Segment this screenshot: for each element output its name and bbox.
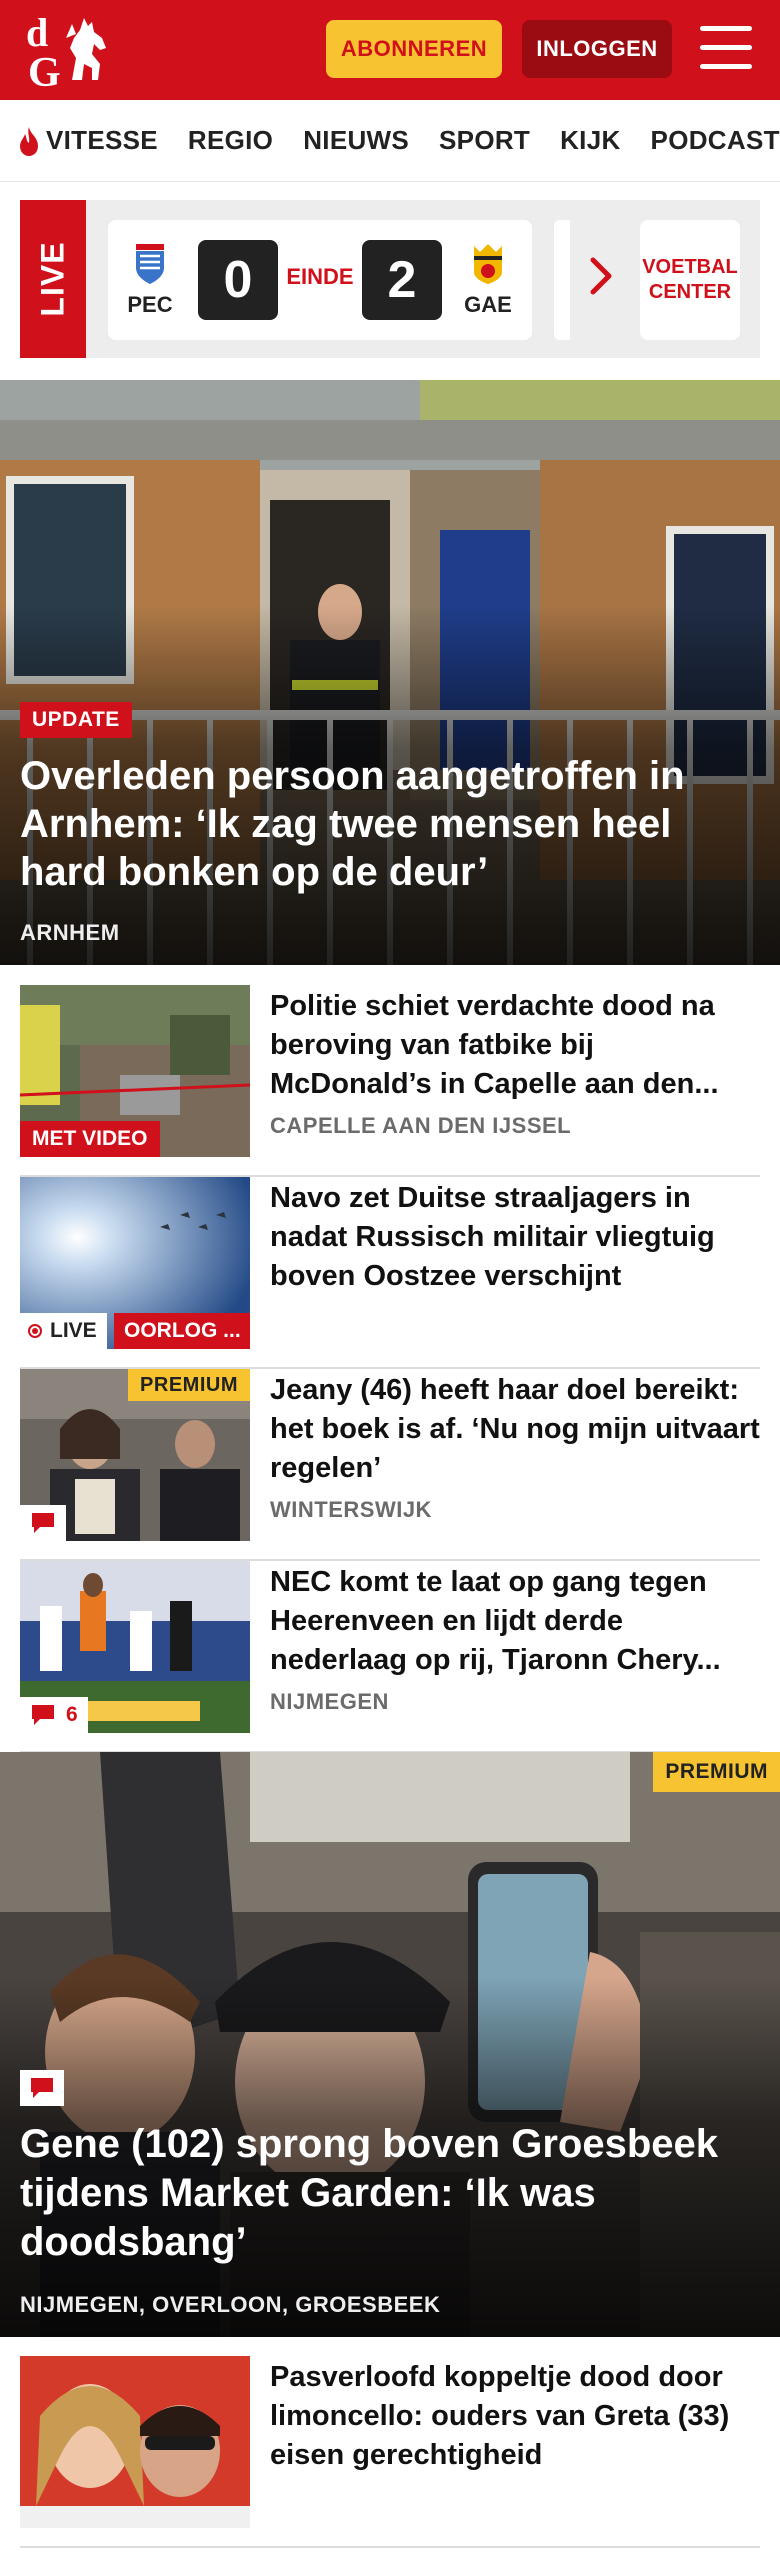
article-thumbnail: MET VIDEO (20, 985, 250, 1157)
svg-text:G: G (28, 50, 61, 92)
away-score: 2 (362, 240, 442, 320)
menu-icon[interactable] (700, 26, 752, 70)
top-bar: d G ABONNEREN INLOGGEN (0, 0, 780, 100)
comment-chip[interactable]: 6 (20, 1697, 88, 1733)
live-label: LIVE (20, 200, 86, 358)
hero-article[interactable]: UPDATE Overleden persoon aangetroffen in… (0, 380, 780, 965)
subscribe-button[interactable]: ABONNEREN (326, 20, 502, 78)
list-item[interactable]: Pasverloofd koppeltje dood door limoncel… (20, 2356, 760, 2548)
comment-chip[interactable] (20, 1505, 66, 1541)
article-location: WINTERSWIJK (270, 1497, 432, 1522)
home-score: 0 (198, 240, 278, 320)
nav-item-vitesse[interactable]: VITESSE (16, 125, 158, 157)
nav-item-podcast[interactable]: PODCAST (651, 125, 780, 156)
match-card[interactable]: PEC 0 EINDE 2 GAE (108, 220, 532, 340)
article-thumbnail: 6 (20, 1561, 250, 1733)
live-chip: LIVE (20, 1313, 107, 1349)
article-location: NIJMEGEN (270, 1689, 389, 1714)
nav-item-sport[interactable]: SPORT (439, 125, 530, 156)
feature-location: NIJMEGEN, OVERLOON, GROESBEEK (20, 2292, 441, 2317)
away-team-name: GAE (464, 292, 512, 317)
live-dot-icon (28, 1324, 42, 1338)
article-title[interactable]: Jeany (46) heeft haar doel bereikt: het … (270, 1371, 760, 1488)
comment-count: 6 (66, 1703, 78, 1726)
comment-chip[interactable] (20, 2070, 64, 2106)
list-item[interactable]: LIVE OORLOG ... Navo zet Duitse straalja… (20, 1177, 760, 1369)
list-item[interactable]: MET VIDEO Politie schiet verdachte dood … (20, 985, 760, 1177)
live-scores-bar: LIVE PEC 0 EINDE 2 GAE VOETBAL CENTER (20, 200, 760, 358)
topic-tag: OORLOG ... (114, 1313, 250, 1349)
nav-item-kijk[interactable]: KIJK (560, 125, 620, 156)
voetbal-center-button[interactable]: VOETBAL CENTER (640, 220, 740, 340)
article-title[interactable]: NEC komt te laat op gang tegen Heerenvee… (270, 1563, 760, 1680)
feature-article[interactable]: PREMIUM Gene (102) sprong boven Groesbee… (0, 1752, 780, 2337)
home-team: PEC (118, 242, 182, 318)
premium-badge: PREMIUM (653, 1752, 780, 1792)
site-logo[interactable]: d G (22, 8, 118, 96)
nav-item-nieuws[interactable]: NIEUWS (303, 125, 409, 156)
nav-label: VITESSE (46, 125, 158, 155)
login-button[interactable]: INLOGGEN (522, 20, 672, 78)
comment-icon (31, 2078, 53, 2098)
feature-title[interactable]: Gene (102) sprong boven Groesbeek tijden… (20, 2120, 750, 2267)
premium-badge: PREMIUM (128, 1369, 250, 1401)
comment-icon (32, 1513, 54, 1533)
article-location: CAPELLE AAN DEN IJSSEL (270, 1113, 572, 1138)
comment-icon (32, 1705, 54, 1725)
away-team: GAE (456, 242, 520, 318)
svg-text:d: d (26, 10, 48, 55)
chevron-right-icon[interactable] (588, 256, 614, 301)
nav-item-regio[interactable]: REGIO (188, 125, 273, 156)
pec-crest-icon (130, 242, 170, 286)
article-thumbnail: LIVE OORLOG ... (20, 1177, 250, 1349)
hero-location: ARNHEM (20, 920, 120, 945)
hero-title[interactable]: Overleden persoon aangetroffen in Arnhem… (20, 752, 740, 896)
article-thumbnail: PREMIUM (20, 1369, 250, 1541)
flame-icon (20, 126, 38, 156)
main-nav: VITESSE REGIO NIEUWS SPORT KIJK PODCAST (0, 100, 780, 182)
next-match-card[interactable] (554, 220, 570, 340)
list-item[interactable]: PREMIUM Jeany (46) heeft haar doel berei… (20, 1369, 760, 1561)
match-status: EINDE (286, 264, 354, 289)
article-title[interactable]: Politie schiet verdachte dood na berovin… (270, 987, 760, 1104)
article-title[interactable]: Pasverloofd koppeltje dood door limoncel… (270, 2358, 760, 2475)
list-item[interactable]: 6 NEC komt te laat op gang tegen Heerenv… (20, 1561, 760, 1753)
video-badge: MET VIDEO (20, 1121, 160, 1157)
update-badge: UPDATE (20, 702, 132, 738)
article-title[interactable]: Navo zet Duitse straaljagers in nadat Ru… (270, 1179, 760, 1296)
home-team-name: PEC (127, 292, 173, 317)
gae-crest-icon (468, 242, 508, 286)
article-thumbnail (20, 2356, 250, 2528)
